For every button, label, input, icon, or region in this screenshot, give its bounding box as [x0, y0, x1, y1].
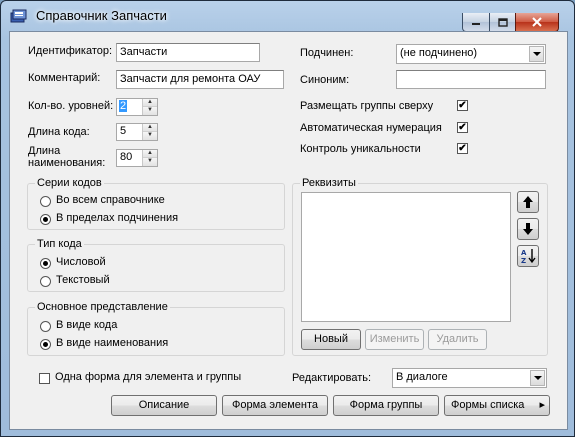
sort-button[interactable]: A Z — [517, 245, 539, 267]
minimize-button[interactable] — [462, 13, 490, 32]
maximize-icon — [497, 17, 508, 27]
edit-mode-select[interactable]: В диалоге — [392, 368, 547, 388]
uniqueness-checkbox[interactable]: ✔ — [457, 143, 468, 154]
levels-stepper-arrows[interactable]: ▲ ▼ — [142, 99, 157, 115]
arrow-down-icon — [523, 223, 533, 235]
app-icon — [10, 8, 27, 24]
dialog-body: Идентификатор: Запчасти Комментарий: Зап… — [9, 31, 568, 430]
code-type-option-numeric[interactable] — [40, 258, 51, 269]
auto-numbering-checkbox[interactable]: ✔ — [457, 122, 468, 133]
comment-label: Комментарий: — [28, 72, 101, 84]
dialog-window: Справочник Запчасти Идентификатор: Запча… — [0, 0, 575, 437]
code-length-value[interactable]: 5 — [119, 125, 127, 137]
name-length-stepper-arrows[interactable]: ▲ ▼ — [142, 150, 157, 166]
groups-on-top-label: Размещать группы сверху — [300, 100, 434, 112]
edit-requisite-button[interactable]: Изменить — [365, 329, 424, 350]
code-series-option-subordination[interactable] — [40, 214, 51, 225]
chevron-right-icon: ▸ — [539, 399, 545, 411]
title-bar[interactable]: Справочник Запчасти — [1, 1, 574, 32]
sort-az-icon: A Z — [521, 249, 536, 264]
identifier-field[interactable]: Запчасти — [116, 43, 260, 62]
uniqueness-label: Контроль уникальности — [300, 143, 421, 155]
arrow-up-icon — [523, 196, 533, 208]
chevron-down-icon[interactable] — [529, 46, 544, 62]
subordinate-value: (не подчинено) — [400, 47, 478, 59]
code-type-option-text-label: Текстовый — [56, 274, 110, 286]
list-forms-label: Формы списка — [451, 399, 525, 411]
requisites-list[interactable] — [301, 192, 511, 322]
minimize-icon — [472, 23, 480, 25]
code-type-title: Тип кода — [35, 238, 84, 250]
code-series-option-all-label: Во всем справочнике — [56, 194, 165, 206]
main-view-title: Основное представление — [35, 301, 170, 313]
code-length-stepper[interactable]: 5 ▲ ▼ — [116, 123, 158, 141]
levels-label: Кол-во. уровней: — [28, 100, 114, 112]
code-series-title: Серии кодов — [35, 177, 104, 189]
requisites-title: Реквизиты — [300, 177, 358, 189]
levels-stepper[interactable]: 2 ▲ ▼ — [116, 98, 158, 116]
list-forms-button[interactable]: Формы списка ▸ — [444, 395, 550, 416]
code-length-stepper-arrows[interactable]: ▲ ▼ — [142, 124, 157, 140]
group-form-button[interactable]: Форма группы — [333, 395, 439, 416]
main-view-option-name[interactable] — [40, 339, 51, 350]
svg-text:Z: Z — [521, 257, 526, 264]
code-series-option-subordination-label: В пределах подчинения — [56, 212, 179, 224]
new-requisite-button[interactable]: Новый — [301, 329, 361, 350]
code-type-option-numeric-label: Числовой — [56, 256, 106, 268]
groups-on-top-checkbox[interactable]: ✔ — [457, 100, 468, 111]
subordinate-select[interactable]: (не подчинено) — [396, 44, 546, 64]
name-length-value[interactable]: 80 — [119, 151, 133, 163]
close-icon — [532, 17, 542, 27]
edit-mode-label: Редактировать: — [292, 372, 372, 384]
element-form-button[interactable]: Форма элемента — [222, 395, 328, 416]
auto-numbering-label: Автоматическая нумерация — [300, 122, 442, 134]
window-title: Справочник Запчасти — [36, 8, 167, 23]
code-length-label: Длина кода: — [28, 126, 90, 138]
synonym-field[interactable] — [396, 70, 546, 89]
identifier-label: Идентификатор: — [28, 45, 113, 57]
levels-value[interactable]: 2 — [119, 100, 128, 112]
name-length-label: Длина наименования: — [28, 145, 106, 169]
svg-text:A: A — [521, 249, 527, 257]
maximize-button[interactable] — [489, 13, 516, 32]
close-button[interactable] — [515, 13, 559, 32]
move-up-button[interactable] — [517, 191, 539, 213]
edit-mode-value: В диалоге — [396, 371, 448, 383]
description-button[interactable]: Описание — [111, 395, 217, 416]
code-series-option-all[interactable] — [40, 196, 51, 207]
single-form-label: Одна форма для элемента и группы — [55, 371, 242, 383]
single-form-checkbox[interactable] — [39, 373, 50, 384]
name-length-stepper[interactable]: 80 ▲ ▼ — [116, 149, 158, 167]
delete-requisite-button[interactable]: Удалить — [428, 329, 487, 350]
main-view-option-code-label: В виде кода — [56, 319, 118, 331]
move-down-button[interactable] — [517, 218, 539, 240]
main-view-option-name-label: В виде наименования — [56, 337, 169, 349]
code-type-option-text[interactable] — [40, 276, 51, 287]
synonym-label: Синоним: — [300, 74, 350, 86]
main-view-option-code[interactable] — [40, 321, 51, 332]
chevron-down-icon[interactable] — [530, 370, 545, 386]
comment-field[interactable]: Запчасти для ремонта ОАУ — [116, 70, 284, 89]
subordinate-label: Подчинен: — [300, 47, 354, 59]
